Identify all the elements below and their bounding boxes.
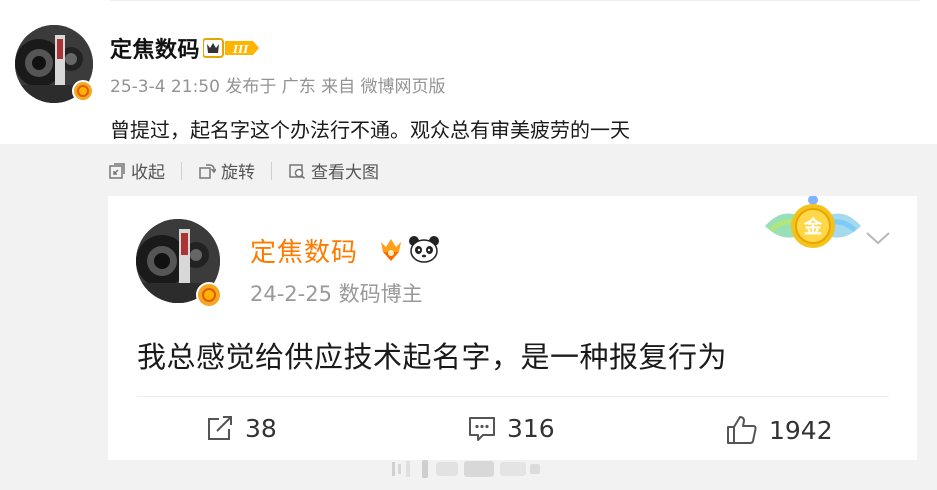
share-icon <box>208 415 232 440</box>
view-large-button[interactable]: 查看大图 <box>288 158 379 183</box>
image-toolbar: 收起 旋转 查看大图 <box>108 158 379 183</box>
like-button[interactable]: 1942 <box>725 414 833 446</box>
card-divider <box>137 396 889 397</box>
collapse-icon <box>109 162 125 179</box>
svg-text:III: III <box>232 43 249 56</box>
share-count: 38 <box>245 414 277 443</box>
watermark-graphic <box>392 460 540 478</box>
quoted-post-text: 我总感觉给供应技术起名字，是一种报复行为 <box>137 340 728 374</box>
comment-button[interactable]: 316 <box>467 414 555 443</box>
gold-medal-icon: 金 <box>765 196 861 248</box>
comment-icon <box>469 416 495 441</box>
post-text: 曾提过，起名字这个办法行不通。观众总有审美疲劳的一天 <box>110 118 630 142</box>
medal-label: 金 <box>803 216 823 238</box>
fan-badge-icon <box>381 239 401 261</box>
quoted-post-meta: 24-2-25 数码博主 <box>250 282 423 306</box>
rotate-button[interactable]: 旋转 <box>198 158 255 183</box>
verified-badge-icon <box>196 282 222 308</box>
view-large-label: 查看大图 <box>311 163 379 183</box>
collapse-label: 收起 <box>131 163 165 183</box>
verified-badge-icon <box>72 80 94 102</box>
comment-count: 316 <box>507 414 555 443</box>
collapse-button[interactable]: 收起 <box>108 158 165 183</box>
view-image-icon <box>289 163 306 179</box>
top-divider <box>110 0 920 1</box>
quoted-author-name[interactable]: 定焦数码 <box>250 232 358 269</box>
panda-icon <box>409 236 439 263</box>
post-meta: 25-3-4 21:50 发布于 广东 来自 微博网页版 <box>110 77 446 97</box>
like-count: 1942 <box>769 415 833 445</box>
vip-level-icon: III <box>203 38 259 58</box>
chevron-down-icon[interactable] <box>864 228 892 248</box>
author-name[interactable]: 定焦数码 <box>110 32 200 64</box>
thumbs-up-icon <box>727 416 757 444</box>
share-button[interactable]: 38 <box>205 414 277 443</box>
rotate-icon <box>199 163 216 179</box>
toolbar-divider <box>271 161 272 180</box>
toolbar-divider <box>181 161 182 180</box>
rotate-label: 旋转 <box>221 163 255 183</box>
